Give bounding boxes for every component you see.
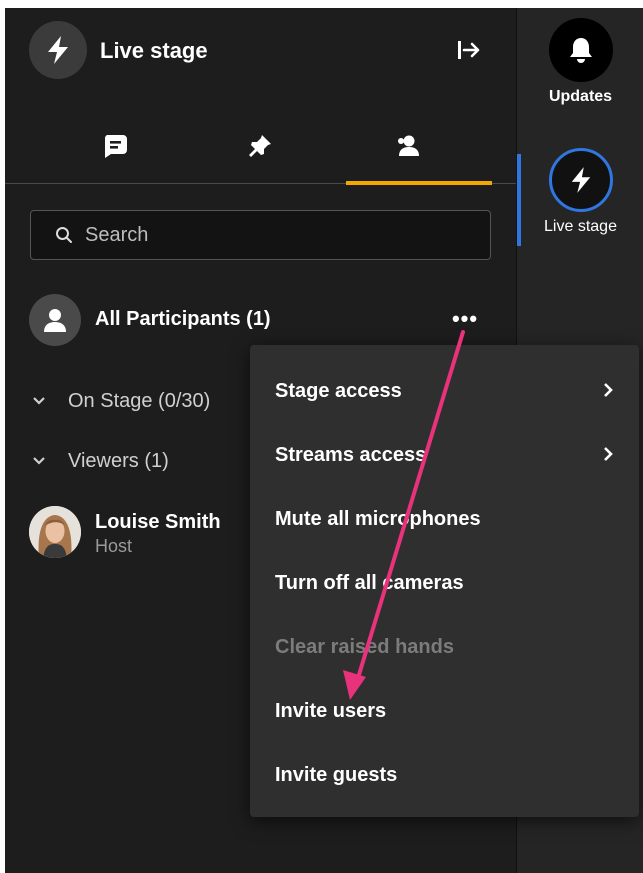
app-frame: Live stage Search All Participants (1) •… xyxy=(5,8,643,873)
person-avatar-icon xyxy=(29,294,81,346)
menu-item-label: Turn off all cameras xyxy=(275,571,464,594)
lightning-icon xyxy=(548,148,613,212)
menu-item-label: Mute all microphones xyxy=(275,507,481,530)
panel-header: Live stage xyxy=(5,8,516,96)
menu-item-turn-off-all-cameras[interactable]: Turn off all cameras xyxy=(250,551,639,615)
rail-updates[interactable]: Updates xyxy=(517,18,643,106)
menu-item-label: Clear raised hands xyxy=(275,635,454,658)
rail-live-stage[interactable]: Live stage xyxy=(517,148,643,236)
participant-name: Louise Smith xyxy=(95,511,221,533)
search-box xyxy=(30,210,491,260)
menu-item-invite-guests[interactable]: Invite guests xyxy=(250,743,639,807)
participant-row[interactable]: Louise Smith Host xyxy=(29,506,259,562)
rail-updates-label: Updates xyxy=(548,88,613,105)
bell-icon xyxy=(548,18,613,82)
group-viewers[interactable]: Viewers (1) xyxy=(32,446,169,476)
active-tab-indicator xyxy=(346,181,492,185)
menu-item-streams-access[interactable]: Streams access xyxy=(250,423,639,487)
people-icon xyxy=(398,135,423,157)
menu-item-stage-access[interactable]: Stage access xyxy=(250,359,639,423)
search-icon xyxy=(56,227,72,243)
participant-role: Host xyxy=(95,536,133,556)
group-label: On Stage (0/30) xyxy=(68,389,211,412)
pin-icon xyxy=(249,135,271,157)
tab-participants[interactable] xyxy=(346,108,492,185)
chevron-right-icon xyxy=(603,381,613,404)
group-label: Viewers (1) xyxy=(68,449,169,472)
arrow-right-bar-icon xyxy=(458,41,480,59)
chat-icon xyxy=(104,135,127,158)
tab-chat[interactable] xyxy=(50,108,180,184)
menu-item-mute-all-microphones[interactable]: Mute all microphones xyxy=(250,487,639,551)
menu-item-clear-raised-hands: Clear raised hands xyxy=(250,615,639,679)
collapse-panel-button[interactable] xyxy=(453,34,485,66)
more-options-button[interactable]: ••• xyxy=(447,306,483,332)
panel-title: Live stage xyxy=(100,38,208,63)
rail-live-stage-label: Live stage xyxy=(544,218,617,235)
group-on-stage[interactable]: On Stage (0/30) xyxy=(32,386,210,416)
all-participants-label: All Participants (1) xyxy=(95,308,271,330)
menu-item-label: Streams access xyxy=(275,443,427,466)
panel-tabs xyxy=(5,108,516,185)
participants-options-menu: Stage access Streams access Mute all mic… xyxy=(250,345,639,817)
search-input[interactable] xyxy=(85,223,465,247)
menu-item-label: Stage access xyxy=(275,379,402,402)
menu-item-label: Invite guests xyxy=(275,763,398,786)
tab-pinned[interactable] xyxy=(195,108,325,184)
lightning-logo-icon xyxy=(29,21,87,79)
all-participants-row: All Participants (1) ••• xyxy=(29,294,499,346)
menu-item-label: Invite users xyxy=(275,699,387,722)
avatar xyxy=(29,506,81,558)
menu-item-invite-users[interactable]: Invite users xyxy=(250,679,639,743)
chevron-right-icon xyxy=(603,445,613,468)
chevron-down-icon xyxy=(32,396,52,406)
chevron-down-icon xyxy=(32,456,52,466)
